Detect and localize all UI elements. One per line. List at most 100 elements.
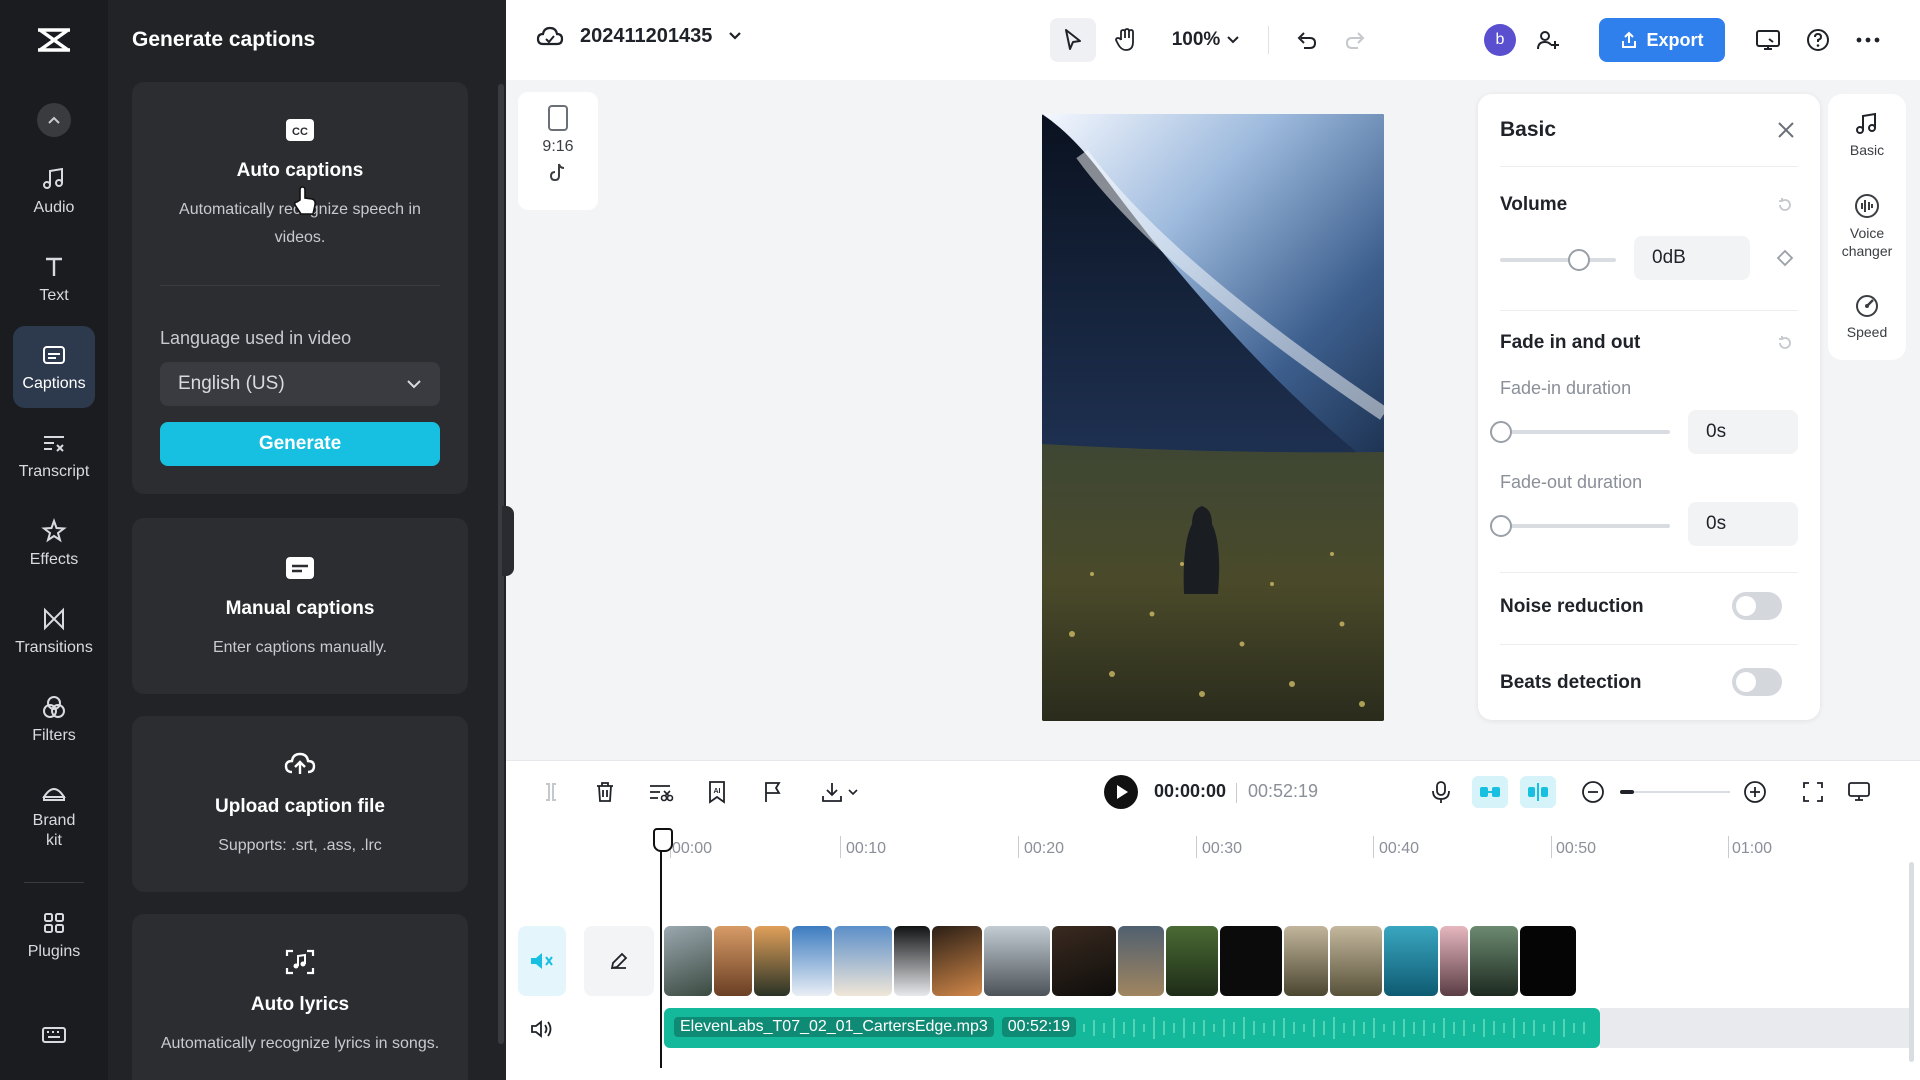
fade-in-value-box[interactable]: 0s	[1688, 410, 1798, 454]
fade-in-slider-knob[interactable]	[1490, 421, 1512, 443]
help-button[interactable]	[1798, 18, 1838, 62]
project-title-area[interactable]: 202411201435	[536, 24, 742, 48]
hand-tool-button[interactable]	[1104, 18, 1148, 62]
fade-out-slider-knob[interactable]	[1490, 515, 1512, 537]
video-clip[interactable]	[1052, 926, 1116, 996]
present-button[interactable]	[1748, 18, 1788, 62]
rail-item-plugins[interactable]: Plugins	[13, 894, 95, 976]
video-clip[interactable]	[714, 926, 752, 996]
keyframe-icon[interactable]	[1776, 249, 1794, 267]
record-voiceover-button[interactable]	[1426, 777, 1456, 807]
more-button[interactable]	[1848, 18, 1888, 62]
undo-button[interactable]	[1286, 18, 1326, 62]
video-clip[interactable]	[792, 926, 832, 996]
audio-properties-tabs: Basic Voice changer Speed	[1828, 94, 1906, 360]
video-clip[interactable]	[1166, 926, 1218, 996]
aspect-ratio-selector[interactable]: 9:16	[518, 92, 598, 210]
video-clip[interactable]	[1330, 926, 1382, 996]
mute-track-button[interactable]	[518, 926, 566, 996]
video-clip[interactable]	[1520, 926, 1576, 996]
auto-lyrics-card[interactable]: Auto lyrics Automatically recognize lyri…	[132, 914, 468, 1080]
video-clip[interactable]	[894, 926, 930, 996]
upload-caption-card[interactable]: Upload caption file Supports: .srt, .ass…	[132, 716, 468, 892]
linkage-button[interactable]	[1520, 776, 1556, 808]
rail-item-transitions[interactable]: Transitions	[13, 590, 95, 672]
rail-item-captions[interactable]: Captions	[13, 326, 95, 408]
zoom-out-button[interactable]	[1578, 777, 1608, 807]
video-clip[interactable]	[1118, 926, 1164, 996]
video-preview[interactable]	[1042, 114, 1384, 721]
volume-value-box[interactable]: 0dB	[1634, 236, 1750, 280]
tab-voice-changer[interactable]: Voice changer	[1828, 192, 1906, 260]
fit-timeline-button[interactable]	[1798, 777, 1828, 807]
auto-snap-button[interactable]	[1472, 776, 1508, 808]
audio-clip[interactable]: ElevenLabs_T07_02_01_CartersEdge.mp3 00:…	[664, 1008, 1600, 1048]
playhead[interactable]	[653, 828, 673, 1068]
audio-volume-button[interactable]	[518, 1012, 566, 1046]
invite-button[interactable]	[1528, 18, 1568, 62]
delete-button[interactable]	[590, 777, 620, 807]
panel-collapse-handle[interactable]	[502, 506, 514, 576]
timeline[interactable]: 00:00 00:10 00:20 00:30 00:40 00:50 01:0…	[506, 822, 1920, 1080]
video-clip[interactable]	[834, 926, 892, 996]
language-select[interactable]: English (US)	[160, 362, 440, 406]
reset-icon[interactable]	[1776, 196, 1794, 214]
video-clip[interactable]	[1220, 926, 1282, 996]
download-button[interactable]	[816, 777, 866, 807]
split-button[interactable]	[536, 777, 566, 807]
generate-button[interactable]: Generate	[160, 422, 440, 466]
rail-item-transcript[interactable]: Transcript	[13, 414, 95, 496]
fade-out-value-box[interactable]: 0s	[1688, 502, 1798, 546]
timeline-zoom-slider[interactable]	[1620, 791, 1730, 793]
tab-speed[interactable]: Speed	[1828, 292, 1906, 340]
video-clip[interactable]	[1440, 926, 1468, 996]
redo-button[interactable]	[1336, 18, 1376, 62]
tab-label: Speed	[1846, 324, 1888, 340]
ai-tool-button[interactable]: AI	[702, 777, 732, 807]
tab-basic[interactable]: Basic	[1828, 110, 1906, 158]
rail-item-effects[interactable]: Effects	[13, 502, 95, 584]
basic-panel-title: Basic	[1500, 118, 1557, 141]
zoom-dropdown[interactable]: 100%	[1164, 18, 1248, 62]
timeline-settings-button[interactable]	[1844, 777, 1874, 807]
video-clip[interactable]	[1470, 926, 1518, 996]
video-clip[interactable]	[984, 926, 1050, 996]
fade-in-slider[interactable]	[1500, 430, 1670, 434]
timeline-scrollbar[interactable]	[1909, 862, 1914, 1062]
export-button[interactable]: Export	[1599, 18, 1725, 62]
effects-star-icon	[41, 518, 67, 543]
keyboard-shortcuts-button[interactable]	[13, 1000, 95, 1070]
capcut-logo-icon[interactable]	[36, 24, 72, 56]
video-clip[interactable]	[1284, 926, 1328, 996]
auto-cut-button[interactable]	[646, 777, 676, 807]
timeline-zoom-slider-thumb[interactable]	[1620, 790, 1634, 794]
rail-item-brand-kit[interactable]: Brand kit	[13, 766, 95, 862]
rail-item-filters[interactable]: Filters	[13, 678, 95, 760]
video-clip[interactable]	[932, 926, 982, 996]
collapse-rail-button[interactable]	[37, 103, 71, 137]
volume-slider[interactable]	[1500, 258, 1616, 262]
ruler-label: 00:10	[846, 840, 887, 857]
video-clip[interactable]	[664, 926, 712, 996]
select-tool-button[interactable]	[1050, 18, 1096, 62]
avatar[interactable]: b	[1484, 24, 1516, 56]
language-label: Language used in video	[160, 328, 352, 348]
manual-captions-card[interactable]: Manual captions Enter captions manually.	[132, 518, 468, 694]
play-button[interactable]	[1104, 775, 1138, 809]
zoom-in-button[interactable]	[1740, 777, 1770, 807]
close-icon[interactable]	[1776, 120, 1796, 140]
reset-icon[interactable]	[1776, 334, 1794, 352]
video-clip[interactable]	[754, 926, 790, 996]
noise-reduction-toggle[interactable]	[1732, 592, 1782, 620]
chevron-up-icon	[48, 116, 60, 124]
rail-item-text[interactable]: Text	[13, 238, 95, 320]
marker-button[interactable]	[758, 777, 788, 807]
video-track[interactable]	[664, 926, 1600, 996]
beats-detection-toggle[interactable]	[1732, 668, 1782, 696]
volume-slider-knob[interactable]	[1567, 249, 1590, 271]
fade-out-slider[interactable]	[1500, 524, 1670, 528]
auto-captions-title[interactable]: Auto captions	[132, 160, 468, 182]
video-clip[interactable]	[1384, 926, 1438, 996]
rail-item-audio[interactable]: Audio	[13, 150, 95, 232]
edit-track-button[interactable]	[584, 926, 654, 996]
